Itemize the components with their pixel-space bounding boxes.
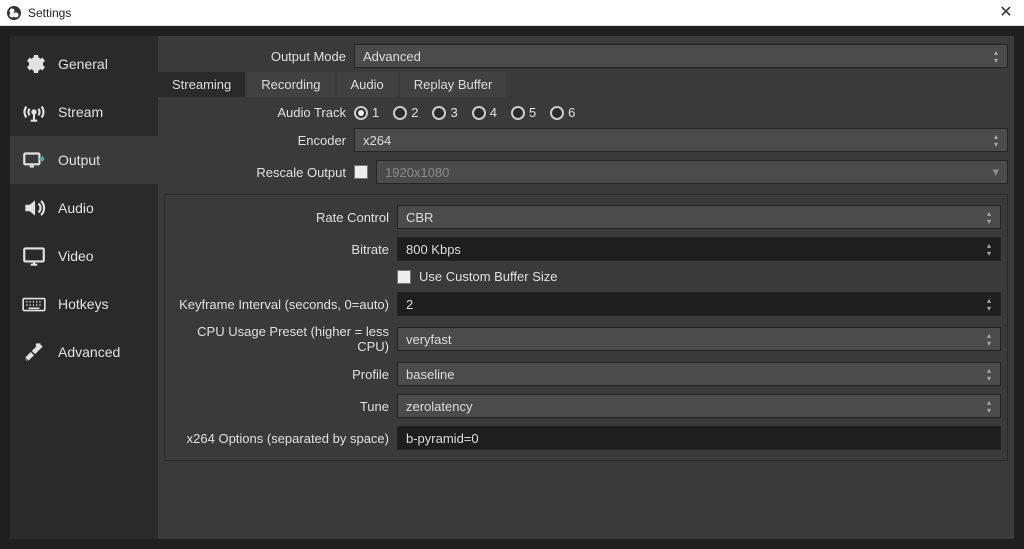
profile-label: Profile [171, 367, 397, 382]
rescale-placeholder: 1920x1080 [385, 165, 449, 180]
audio-track-4[interactable]: 4 [472, 105, 497, 120]
keyframe-label: Keyframe Interval (seconds, 0=auto) [171, 297, 397, 312]
monitor-icon [20, 242, 48, 270]
rescale-row: Rescale Output 1920x1080 ▾ [158, 156, 1014, 188]
profile-value: baseline [406, 367, 454, 382]
x264-options-input[interactable]: b-pyramid=0 [397, 426, 1001, 450]
sidebar-item-output[interactable]: Output [10, 136, 158, 184]
sidebar: General Stream Output Audio Video [10, 36, 158, 539]
updown-icon: ▴▾ [982, 295, 996, 315]
sidebar-item-audio[interactable]: Audio [10, 184, 158, 232]
cpu-preset-row: CPU Usage Preset (higher = less CPU) ver… [165, 320, 1007, 358]
audio-track-5[interactable]: 5 [511, 105, 536, 120]
encoder-value: x264 [363, 133, 391, 148]
x264-options-value: b-pyramid=0 [406, 431, 479, 446]
x264-options-label: x264 Options (separated by space) [171, 431, 397, 446]
sidebar-item-label: Stream [58, 104, 103, 120]
bitrate-row: Bitrate 800 Kbps ▴▾ [165, 233, 1007, 265]
cpu-preset-select[interactable]: veryfast ▴▾ [397, 327, 1001, 351]
speaker-icon [20, 194, 48, 222]
output-mode-row: Output Mode Advanced ▴▾ [158, 36, 1014, 72]
chevron-down-icon: ▾ [992, 164, 999, 180]
output-mode-select[interactable]: Advanced ▴▾ [354, 44, 1008, 68]
antenna-icon [20, 98, 48, 126]
sidebar-item-hotkeys[interactable]: Hotkeys [10, 280, 158, 328]
sidebar-item-video[interactable]: Video [10, 232, 158, 280]
tune-select[interactable]: zerolatency ▴▾ [397, 394, 1001, 418]
profile-row: Profile baseline ▴▾ [165, 358, 1007, 390]
custom-buffer-row: Use Custom Buffer Size [165, 265, 1007, 288]
streaming-panel: Audio Track 1 2 3 4 5 6 Encoder x264 ▴▾ [158, 97, 1014, 465]
bitrate-label: Bitrate [171, 242, 397, 257]
sidebar-item-label: Advanced [58, 344, 120, 360]
titlebar: Settings ✕ [0, 0, 1024, 26]
audio-track-3[interactable]: 3 [432, 105, 457, 120]
keyboard-icon [20, 290, 48, 318]
rate-control-label: Rate Control [171, 210, 397, 225]
output-tabs: Streaming Recording Audio Replay Buffer [158, 72, 1014, 97]
sidebar-item-label: Audio [58, 200, 94, 216]
keyframe-value: 2 [406, 297, 413, 312]
tune-value: zerolatency [406, 399, 472, 414]
output-mode-label: Output Mode [164, 49, 354, 64]
tab-audio[interactable]: Audio [337, 72, 398, 97]
updown-icon: ▴▾ [982, 397, 996, 417]
profile-select[interactable]: baseline ▴▾ [397, 362, 1001, 386]
output-icon [20, 146, 48, 174]
updown-icon: ▴▾ [982, 330, 996, 350]
keyframe-row: Keyframe Interval (seconds, 0=auto) 2 ▴▾ [165, 288, 1007, 320]
keyframe-input[interactable]: 2 ▴▾ [397, 292, 1001, 316]
output-mode-value: Advanced [363, 49, 421, 64]
sidebar-item-label: Video [58, 248, 94, 264]
updown-icon: ▴▾ [989, 47, 1003, 67]
sidebar-item-advanced[interactable]: Advanced [10, 328, 158, 376]
app-icon [6, 5, 22, 21]
tune-row: Tune zerolatency ▴▾ [165, 390, 1007, 422]
updown-icon: ▴▾ [989, 131, 1003, 151]
encoder-settings-group: Rate Control CBR ▴▾ Bitrate 800 Kbps ▴▾ [164, 194, 1008, 461]
bitrate-input[interactable]: 800 Kbps ▴▾ [397, 237, 1001, 261]
updown-icon: ▴▾ [982, 208, 996, 228]
rescale-checkbox[interactable] [354, 165, 368, 179]
tab-replay-buffer[interactable]: Replay Buffer [400, 72, 507, 97]
close-button[interactable]: ✕ [996, 2, 1016, 22]
tab-streaming[interactable]: Streaming [158, 72, 245, 97]
window-title: Settings [28, 6, 71, 20]
audio-track-group: 1 2 3 4 5 6 [354, 105, 1008, 120]
audio-track-label: Audio Track [164, 105, 354, 120]
cpu-preset-value: veryfast [406, 332, 452, 347]
tools-icon [20, 338, 48, 366]
updown-icon: ▴▾ [982, 240, 996, 260]
encoder-select[interactable]: x264 ▴▾ [354, 128, 1008, 152]
rate-control-value: CBR [406, 210, 433, 225]
audio-track-row: Audio Track 1 2 3 4 5 6 [158, 101, 1014, 124]
encoder-label: Encoder [164, 133, 354, 148]
custom-buffer-label: Use Custom Buffer Size [419, 269, 557, 284]
sidebar-item-label: Hotkeys [58, 296, 109, 312]
updown-icon: ▴▾ [982, 365, 996, 385]
rescale-resolution-select[interactable]: 1920x1080 ▾ [376, 160, 1008, 184]
sidebar-item-stream[interactable]: Stream [10, 88, 158, 136]
audio-track-1[interactable]: 1 [354, 105, 379, 120]
sidebar-item-label: General [58, 56, 108, 72]
bitrate-value: 800 Kbps [406, 242, 461, 257]
tune-label: Tune [171, 399, 397, 414]
cpu-preset-label: CPU Usage Preset (higher = less CPU) [171, 324, 397, 354]
x264-options-row: x264 Options (separated by space) b-pyra… [165, 422, 1007, 454]
sidebar-item-label: Output [58, 152, 100, 168]
audio-track-2[interactable]: 2 [393, 105, 418, 120]
custom-buffer-checkbox[interactable] [397, 270, 411, 284]
rate-control-select[interactable]: CBR ▴▾ [397, 205, 1001, 229]
main-panel: Output Mode Advanced ▴▾ Streaming Record… [158, 36, 1014, 539]
encoder-row: Encoder x264 ▴▾ [158, 124, 1014, 156]
tab-recording[interactable]: Recording [247, 72, 334, 97]
window-body: General Stream Output Audio Video [0, 26, 1024, 549]
rescale-label: Rescale Output [164, 165, 354, 180]
audio-track-6[interactable]: 6 [550, 105, 575, 120]
sidebar-item-general[interactable]: General [10, 40, 158, 88]
gear-icon [20, 50, 48, 78]
rate-control-row: Rate Control CBR ▴▾ [165, 201, 1007, 233]
